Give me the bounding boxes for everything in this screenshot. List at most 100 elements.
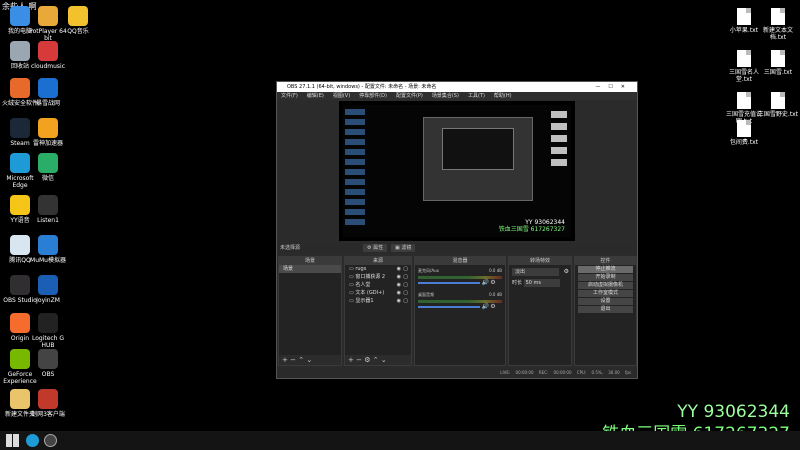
eye-icon[interactable]: ◉	[397, 289, 401, 297]
menu-help[interactable]: 帮助(H)	[494, 92, 512, 100]
scene-item[interactable]: 场景	[279, 265, 341, 273]
move-down-icon[interactable]: ⌄	[381, 356, 387, 364]
windows-start-icon[interactable]	[6, 434, 19, 447]
scenes-panel: 场景 场景 + − ⌃ ⌄	[278, 256, 342, 366]
rec-status: REC: 00:00:00	[538, 370, 572, 375]
desktop-icon[interactable]: cloudmusic	[28, 41, 68, 70]
obs-menu-bar: 文件(F) 编辑(E) 视图(V) 停靠部件(D) 配置文件(P) 场景集合(S…	[277, 92, 637, 100]
source-item[interactable]: ▭ 显示器1 ◉ ▢	[345, 297, 411, 305]
source-name: 窗口捕获源 2	[355, 274, 386, 280]
eye-icon[interactable]: ◉	[397, 265, 401, 273]
desktop-icon[interactable]: OBS	[28, 349, 68, 378]
move-up-icon[interactable]: ⌃	[298, 356, 304, 364]
preview-canvas: YY 93062344 铁血三国雪 617267327	[343, 105, 571, 237]
track-name: 桌面音频	[418, 292, 434, 297]
duration-value: 50 ms	[525, 280, 542, 286]
close-button[interactable]: ✕	[621, 84, 633, 90]
filters-button[interactable]: ▣ 滤镜	[391, 244, 416, 252]
text-file-icon[interactable]: 三国雪野史.txt	[756, 92, 800, 118]
desktop-icon-label: Logitech G HUB	[31, 335, 65, 349]
obs-window[interactable]: OBS 27.1.1 (64-bit, windows) - 配置文件: 未命名…	[276, 81, 638, 379]
filters-label: 滤镜	[401, 245, 412, 251]
settings-button[interactable]: 设置	[578, 298, 633, 305]
duration-input[interactable]: 50 ms	[523, 279, 560, 287]
source-item[interactable]: ▭ rugs ◉ ▢	[345, 265, 411, 273]
stop-streaming-button[interactable]: 停止推流	[578, 266, 633, 273]
maximize-button[interactable]: ☐	[608, 84, 620, 90]
file-label: 包间费.txt	[729, 139, 759, 146]
app-icon	[10, 118, 30, 138]
eye-icon[interactable]: ◉	[397, 273, 401, 281]
virtual-camera-button[interactable]: 启动虚拟摄像机	[578, 282, 633, 289]
source-name: 显示器1	[355, 298, 374, 304]
app-icon	[38, 349, 58, 369]
move-up-icon[interactable]: ⌃	[373, 356, 379, 364]
text-file-icon[interactable]: 三国雪.txt	[756, 50, 800, 76]
edge-taskbar-icon[interactable]	[26, 434, 39, 447]
add-icon[interactable]: +	[348, 356, 354, 364]
menu-docks[interactable]: 停靠部件(D)	[359, 92, 387, 100]
menu-file[interactable]: 文件(F)	[281, 92, 298, 100]
remove-icon[interactable]: −	[290, 356, 296, 364]
speaker-icon[interactable]: 🔊	[481, 279, 488, 286]
desktop-icon[interactable]: Logitech G HUB	[28, 313, 68, 349]
lock-icon[interactable]: ▢	[403, 273, 408, 281]
menu-scene-collection[interactable]: 场景集合(S)	[432, 92, 459, 100]
menu-edit[interactable]: 编辑(E)	[307, 92, 324, 100]
text-file-icon[interactable]: 包间费.txt	[722, 120, 766, 146]
remove-icon[interactable]: −	[356, 356, 362, 364]
desktop-icon[interactable]: 剑网3客户端	[28, 389, 68, 418]
lock-icon[interactable]: ▢	[403, 265, 408, 273]
menu-tools[interactable]: 工具(T)	[468, 92, 485, 100]
obs-preview[interactable]: YY 93062344 铁血三国雪 617267327	[339, 101, 575, 241]
desktop-icon[interactable]: 微信	[28, 153, 68, 182]
obs-taskbar-icon[interactable]	[44, 434, 57, 447]
desktop-icon-label: JoyinZM	[36, 297, 60, 304]
desktop-icon[interactable]: MuMu模拟器	[28, 235, 68, 264]
obs-title-bar[interactable]: OBS 27.1.1 (64-bit, windows) - 配置文件: 未命名…	[277, 82, 637, 92]
move-down-icon[interactable]: ⌄	[306, 356, 312, 364]
settings-icon[interactable]: ⚙	[490, 303, 495, 310]
preview-watermark-line2: 铁血三国雪 617267327	[498, 226, 565, 233]
watermark-line1: YY 93062344	[677, 402, 790, 422]
desktop-icon[interactable]: QQ音乐	[58, 6, 98, 35]
menu-view[interactable]: 视图(V)	[333, 92, 350, 100]
studio-mode-button[interactable]: 工作室模式	[578, 290, 633, 297]
minimize-button[interactable]: —	[595, 84, 608, 90]
source-item[interactable]: ▭ 文本 (GDI+) ◉ ▢	[345, 289, 411, 297]
lock-icon[interactable]: ▢	[403, 297, 408, 305]
gear-icon[interactable]: ⚙	[364, 356, 370, 364]
exit-button[interactable]: 退出	[578, 306, 633, 313]
document-icon	[771, 8, 785, 25]
desktop-icon[interactable]: 暴雪战网	[28, 78, 68, 107]
text-file-icon[interactable]: 新建文本文档.txt	[756, 8, 800, 41]
volume-slider[interactable]	[418, 306, 481, 308]
track-db: 0.0 dB	[489, 268, 502, 273]
app-icon	[38, 235, 58, 255]
desktop-icon[interactable]: Listen1	[28, 195, 68, 224]
gear-icon: ⚙	[367, 245, 372, 251]
source-name: 文本 (GDI+)	[355, 290, 385, 296]
nested-preview	[442, 128, 514, 170]
lock-icon[interactable]: ▢	[403, 281, 408, 289]
add-icon[interactable]: +	[282, 356, 288, 364]
source-name: rugs	[355, 266, 367, 272]
start-recording-button[interactable]: 开始录制	[578, 274, 633, 281]
properties-button[interactable]: ⚙ 属性	[363, 244, 388, 252]
desktop-icon[interactable]: JoyinZM	[28, 275, 68, 304]
source-item[interactable]: ▭ 窗口捕获源 2 ◉ ▢	[345, 273, 411, 281]
lock-icon[interactable]: ▢	[403, 289, 408, 297]
source-item[interactable]: ▭ 名人堂 ◉ ▢	[345, 281, 411, 289]
eye-icon[interactable]: ◉	[397, 297, 401, 305]
volume-slider[interactable]	[418, 282, 481, 284]
desktop-icon-label: 暴雪战网	[35, 100, 60, 107]
settings-icon[interactable]: ⚙	[490, 279, 495, 286]
speaker-icon[interactable]: 🔊	[481, 303, 488, 310]
gear-icon[interactable]: ⚙	[564, 268, 569, 275]
mixer-header: 混音器	[415, 257, 505, 265]
menu-profile[interactable]: 配置文件(P)	[396, 92, 423, 100]
duration-label: 时长	[512, 280, 523, 286]
eye-icon[interactable]: ◉	[397, 281, 401, 289]
transition-select[interactable]: 淡出	[512, 268, 559, 276]
desktop-icon[interactable]: 雷神加速器	[28, 118, 68, 147]
